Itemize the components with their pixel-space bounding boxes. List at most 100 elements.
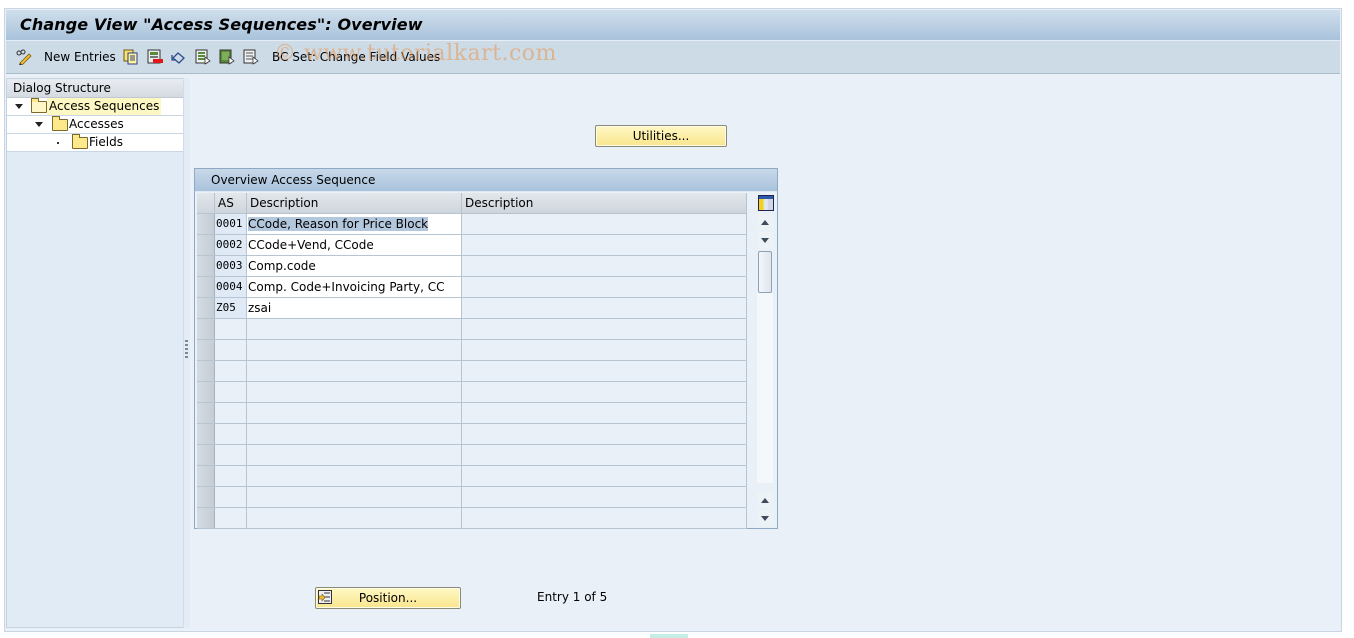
cell-description-2[interactable] <box>462 298 747 318</box>
cell-description-2[interactable] <box>462 487 747 507</box>
cell-description-2[interactable] <box>462 256 747 276</box>
display-change-button[interactable] <box>16 48 32 66</box>
cell-description[interactable] <box>247 319 462 339</box>
row-selector[interactable] <box>197 466 215 486</box>
cell-as[interactable] <box>215 361 247 381</box>
empty-table-row[interactable] <box>197 487 747 508</box>
copy-as-button[interactable] <box>123 48 139 66</box>
row-selector[interactable] <box>197 508 215 528</box>
cell-description-2[interactable] <box>462 466 747 486</box>
table-row[interactable]: 0002 CCode+Vend, CCode <box>197 235 747 256</box>
column-header-as[interactable]: AS <box>215 193 247 213</box>
empty-table-row[interactable] <box>197 319 747 340</box>
vertical-scrollbar[interactable] <box>756 193 774 527</box>
row-selector[interactable] <box>197 445 215 465</box>
row-selector[interactable] <box>197 487 215 507</box>
cell-as[interactable]: Z05 <box>215 298 247 318</box>
cell-description[interactable]: zsai <box>247 298 462 318</box>
scroll-down-icon[interactable] <box>757 232 773 248</box>
select-all-button[interactable] <box>195 48 211 66</box>
expand-triangle-icon[interactable] <box>35 122 43 127</box>
empty-table-row[interactable] <box>197 340 747 361</box>
position-button[interactable]: Position... <box>315 587 461 609</box>
row-selector[interactable] <box>197 277 215 297</box>
column-header-description[interactable]: Description <box>247 193 462 213</box>
table-row[interactable]: Z05 zsai <box>197 298 747 319</box>
cell-as[interactable] <box>215 487 247 507</box>
cell-description-2[interactable] <box>462 214 747 234</box>
scroll-track[interactable] <box>757 293 773 483</box>
cell-as[interactable] <box>215 382 247 402</box>
cell-as[interactable]: 0001 <box>215 214 247 234</box>
table-row[interactable]: 0003 Comp.code <box>197 256 747 277</box>
cell-as[interactable] <box>215 319 247 339</box>
cell-as[interactable] <box>215 508 247 528</box>
cell-as[interactable] <box>215 445 247 465</box>
empty-table-row[interactable] <box>197 361 747 382</box>
row-selector[interactable] <box>197 403 215 423</box>
scroll-up-icon[interactable] <box>757 214 773 230</box>
cell-description[interactable]: CCode, Reason for Price Block <box>247 214 462 234</box>
row-selector[interactable] <box>197 256 215 276</box>
row-selector[interactable] <box>197 382 215 402</box>
column-header-description-2[interactable]: Description <box>462 193 747 213</box>
cell-as[interactable]: 0002 <box>215 235 247 255</box>
expand-triangle-icon[interactable] <box>15 104 23 109</box>
panel-splitter[interactable] <box>183 78 190 628</box>
utilities-button[interactable]: Utilities... <box>595 125 727 147</box>
row-selector[interactable] <box>197 298 215 318</box>
row-selector[interactable] <box>197 214 215 234</box>
cell-description-2[interactable] <box>462 277 747 297</box>
row-selector[interactable] <box>197 235 215 255</box>
row-selector[interactable] <box>197 340 215 360</box>
cell-description-2[interactable] <box>462 403 747 423</box>
cell-description-2[interactable] <box>462 319 747 339</box>
select-block-button[interactable] <box>219 48 235 66</box>
cell-description-2[interactable] <box>462 508 747 528</box>
cell-description[interactable]: Comp. Code+Invoicing Party, CC <box>247 277 462 297</box>
empty-table-row[interactable] <box>197 403 747 424</box>
empty-table-row[interactable] <box>197 445 747 466</box>
tree-item-accesses[interactable]: Accesses <box>7 116 183 134</box>
scroll-page-up-icon[interactable] <box>757 492 773 508</box>
cell-description[interactable] <box>247 487 462 507</box>
table-row[interactable]: 0004 Comp. Code+Invoicing Party, CC <box>197 277 747 298</box>
tree-item-fields[interactable]: Fields <box>7 134 183 152</box>
cell-as[interactable] <box>215 466 247 486</box>
cell-description[interactable]: CCode+Vend, CCode <box>247 235 462 255</box>
cell-description[interactable] <box>247 403 462 423</box>
cell-description[interactable] <box>247 424 462 444</box>
cell-description[interactable] <box>247 340 462 360</box>
cell-description[interactable] <box>247 466 462 486</box>
table-row[interactable]: 0001 CCode, Reason for Price Block <box>197 214 747 235</box>
delete-button[interactable] <box>147 48 163 66</box>
cell-as[interactable] <box>215 340 247 360</box>
column-settings-icon[interactable] <box>758 195 774 211</box>
cell-description-2[interactable] <box>462 235 747 255</box>
empty-table-row[interactable] <box>197 508 747 529</box>
cell-description[interactable]: Comp.code <box>247 256 462 276</box>
cell-description-2[interactable] <box>462 361 747 381</box>
empty-table-row[interactable] <box>197 424 747 445</box>
row-selector[interactable] <box>197 319 215 339</box>
new-entries-button[interactable]: New Entries <box>44 48 116 66</box>
tree-item-access-sequences[interactable]: Access Sequences <box>7 98 183 116</box>
scroll-thumb[interactable] <box>758 251 772 293</box>
cell-description[interactable] <box>247 508 462 528</box>
cell-description-2[interactable] <box>462 445 747 465</box>
empty-table-row[interactable] <box>197 382 747 403</box>
cell-as[interactable]: 0003 <box>215 256 247 276</box>
empty-table-row[interactable] <box>197 466 747 487</box>
row-selector[interactable] <box>197 424 215 444</box>
cell-as[interactable] <box>215 403 247 423</box>
cell-description[interactable] <box>247 445 462 465</box>
cell-description-2[interactable] <box>462 340 747 360</box>
row-selector[interactable] <box>197 361 215 381</box>
cell-as[interactable] <box>215 424 247 444</box>
select-all-rows-header[interactable] <box>197 193 215 213</box>
cell-description-2[interactable] <box>462 424 747 444</box>
scroll-page-down-icon[interactable] <box>757 510 773 526</box>
undo-change-button[interactable] <box>171 48 187 66</box>
cell-description-2[interactable] <box>462 382 747 402</box>
deselect-all-button[interactable] <box>243 48 259 66</box>
